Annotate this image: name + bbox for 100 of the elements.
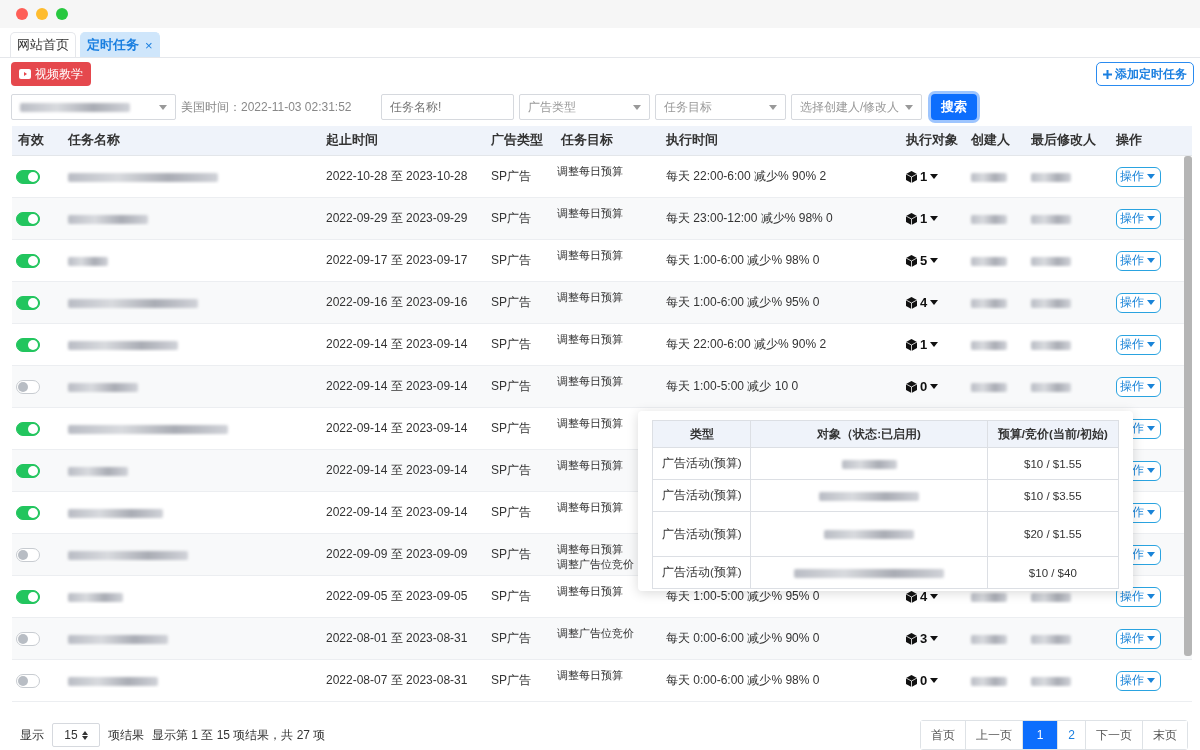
column-header: 广告类型 <box>490 132 544 149</box>
minimize-window-icon[interactable] <box>36 8 48 20</box>
task-name-field[interactable]: 任务名称! <box>381 94 514 120</box>
date-range: 2022-09-14 至 2023-09-14 <box>325 462 469 479</box>
cube-icon <box>906 170 917 183</box>
caret-icon <box>930 384 939 389</box>
cube-icon <box>906 632 917 645</box>
target-dropdown[interactable]: 4 <box>900 295 965 310</box>
toggle-switch[interactable] <box>16 631 40 646</box>
add-task-button[interactable]: 添加定时任务 <box>1096 62 1194 86</box>
action-button[interactable]: 操作 <box>1116 334 1161 355</box>
column-header: 任务目标 <box>559 132 614 149</box>
column-header: 操作 <box>1115 132 1143 149</box>
toggle-switch[interactable] <box>16 337 40 352</box>
budget-bid: $10 / $40 <box>1028 566 1077 579</box>
date-range: 2022-09-09 至 2023-09-09 <box>325 546 469 563</box>
target-dropdown[interactable]: 5 <box>900 253 965 268</box>
exec-time: 每天 1:00-6:00 减少% 98% 0 <box>665 252 821 269</box>
caret-icon <box>1147 342 1155 347</box>
target-dropdown[interactable]: 0 <box>900 673 965 688</box>
scrollbar[interactable] <box>1184 156 1192 656</box>
page-button[interactable]: 1 <box>1021 721 1058 749</box>
action-button[interactable]: 操作 <box>1116 250 1161 271</box>
caret-icon <box>930 678 939 683</box>
user-select[interactable]: 选择创建人/修改人 <box>791 94 922 120</box>
exec-time: 每天 1:00-5:00 减少 10 0 <box>665 378 800 395</box>
toggle-switch[interactable] <box>16 673 40 688</box>
caret-icon <box>1147 258 1155 263</box>
maximize-window-icon[interactable] <box>56 8 68 20</box>
blurred-text <box>68 592 123 602</box>
target-dropdown[interactable]: 3 <box>900 631 965 646</box>
blurred-text <box>1031 382 1071 392</box>
caret-icon <box>930 636 939 641</box>
toggle-switch[interactable] <box>16 547 40 562</box>
toggle-switch[interactable] <box>16 463 40 478</box>
show-label: 显示 <box>20 726 44 744</box>
store-select[interactable] <box>11 94 176 120</box>
action-button[interactable]: 操作 <box>1116 670 1161 691</box>
action-button[interactable]: 操作 <box>1116 208 1161 229</box>
task-goal: 调整每日预算 <box>557 416 624 431</box>
date-range: 2022-09-05 至 2023-09-05 <box>325 588 469 605</box>
toggle-switch[interactable] <box>16 253 40 268</box>
video-tutorial-button[interactable]: 视频教学 <box>11 62 91 86</box>
toggle-switch[interactable] <box>16 211 40 226</box>
caret-icon <box>905 104 913 110</box>
us-time-label: 美国时间：2022-11-03 02:31:52 <box>181 98 353 116</box>
search-button[interactable]: 搜索 <box>931 94 977 120</box>
action-button[interactable]: 操作 <box>1116 628 1161 649</box>
ad-type: SP广告 <box>490 168 532 185</box>
close-icon[interactable]: × <box>145 37 153 53</box>
toggle-switch[interactable] <box>16 505 40 520</box>
tab[interactable]: 定时任务 × <box>80 32 160 57</box>
target-dropdown[interactable]: 1 <box>900 169 965 184</box>
task-goal: 调整每日预算 <box>557 164 624 179</box>
page-size-select[interactable]: 15 <box>52 723 100 747</box>
caret-icon <box>633 104 641 110</box>
tab[interactable]: 网站首页 <box>10 32 76 57</box>
blurred-text <box>68 382 138 392</box>
blurred-text <box>1031 592 1071 602</box>
ad-type: SP广告 <box>490 630 532 647</box>
sort-icon <box>81 730 88 740</box>
page-button[interactable]: 末页 <box>1142 721 1187 749</box>
column-header: 有效 <box>17 132 45 149</box>
caret-icon <box>1147 216 1155 221</box>
close-window-icon[interactable] <box>16 8 28 20</box>
exec-time: 每天 23:00-12:00 减少% 98% 0 <box>665 210 834 227</box>
date-range: 2022-09-14 至 2023-09-14 <box>325 420 469 437</box>
caret-icon <box>930 342 939 347</box>
task-goal: 调整广告位竞价 <box>557 626 635 641</box>
target-dropdown[interactable]: 1 <box>900 337 965 352</box>
budget-bid: $20 / $1.55 <box>1024 528 1082 540</box>
toggle-switch[interactable] <box>16 169 40 184</box>
caret-icon <box>1147 174 1155 179</box>
caret-icon <box>1147 636 1155 641</box>
target-dropdown[interactable]: 1 <box>900 211 965 226</box>
toggle-switch[interactable] <box>16 589 40 604</box>
toggle-switch[interactable] <box>16 295 40 310</box>
budget-bid: $10 / $3.55 <box>1024 489 1082 502</box>
column-header: 类型 <box>652 420 751 448</box>
caret-icon <box>930 174 939 179</box>
date-range: 2022-09-14 至 2023-09-14 <box>325 504 469 521</box>
target-dropdown[interactable]: 0 <box>900 379 965 394</box>
ad-type-select[interactable]: 广告类型 <box>519 94 650 120</box>
caret-icon <box>769 104 777 110</box>
toggle-switch[interactable] <box>16 379 40 394</box>
toggle-switch[interactable] <box>16 421 40 436</box>
cube-icon <box>906 212 917 225</box>
object-type: 广告活动(预算) <box>661 566 742 578</box>
task-goal-select[interactable]: 任务目标 <box>655 94 786 120</box>
ad-type: SP广告 <box>490 210 532 227</box>
action-button[interactable]: 操作 <box>1116 292 1161 313</box>
date-range: 2022-08-07 至 2023-08-31 <box>325 672 469 689</box>
cube-icon <box>906 338 917 351</box>
caret-icon <box>930 594 939 599</box>
blurred-text <box>68 256 108 266</box>
action-button[interactable]: 操作 <box>1116 166 1161 187</box>
ad-type: SP广告 <box>490 252 532 269</box>
action-button[interactable]: 操作 <box>1116 376 1161 397</box>
task-goal: 调整每日预算 <box>557 542 624 557</box>
date-range: 2022-09-29 至 2023-09-29 <box>325 210 469 227</box>
